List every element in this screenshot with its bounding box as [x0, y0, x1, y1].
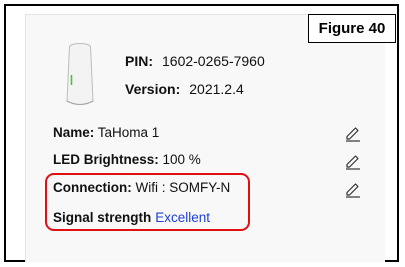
version-row: Version: 2021.2.4	[125, 81, 244, 97]
tahoma-box-icon	[66, 43, 94, 105]
name-value: TaHoma 1	[97, 125, 160, 140]
highlight-outline	[45, 173, 250, 231]
pin-label: PIN:	[125, 53, 153, 69]
figure-label: Figure 40	[308, 14, 396, 43]
edit-name-pencil-icon[interactable]	[344, 124, 362, 142]
led-brightness-value: 100 %	[162, 152, 201, 167]
name-label: Name:	[53, 125, 95, 140]
version-label: Version:	[125, 81, 181, 97]
edit-connection-pencil-icon[interactable]	[344, 180, 362, 198]
name-row: Name: TaHoma 1	[53, 125, 159, 140]
led-brightness-label: LED Brightness:	[53, 152, 159, 167]
pin-row: PIN: 1602-0265-7960	[125, 53, 265, 69]
pin-value: 1602-0265-7960	[162, 53, 265, 69]
version-value: 2021.2.4	[189, 81, 244, 97]
led-brightness-row: LED Brightness: 100 %	[53, 152, 201, 167]
edit-led-brightness-pencil-icon[interactable]	[344, 152, 362, 170]
